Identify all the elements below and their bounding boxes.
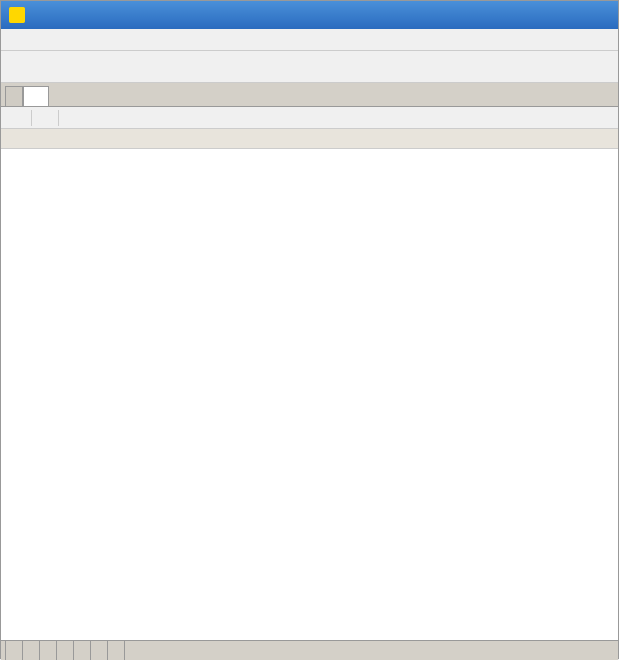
run-template-dropdown[interactable]: [65, 116, 79, 120]
window-controls: [542, 5, 610, 25]
maximize-button[interactable]: [566, 5, 586, 25]
status-bar: [1, 640, 618, 660]
status-ins: [91, 641, 108, 660]
tab-file[interactable]: [23, 86, 49, 106]
title-bar: [1, 1, 618, 29]
status-val: [23, 641, 40, 660]
app-icon: [9, 7, 25, 23]
edit-toolbar: [1, 107, 618, 129]
hex-body[interactable]: [1, 149, 618, 640]
close-button[interactable]: [590, 5, 610, 25]
hex-editor: [1, 129, 618, 640]
menu-bar: [1, 29, 618, 51]
status-size: [40, 641, 57, 660]
toolbar-separator-2: [58, 110, 59, 126]
tab-startup[interactable]: [5, 86, 23, 106]
status-pos: [5, 641, 23, 660]
hex-dropdown[interactable]: [11, 116, 25, 120]
hex-container: [1, 129, 618, 640]
minimize-button[interactable]: [542, 5, 562, 25]
hex-header: [1, 129, 618, 149]
status-lit: [74, 641, 91, 660]
status-encoding: [57, 641, 74, 660]
tab-bar: [1, 83, 618, 107]
status-ovr: [108, 641, 125, 660]
run-script-dropdown[interactable]: [38, 116, 52, 120]
toolbar-separator-1: [31, 110, 32, 126]
toolbar: [1, 51, 618, 83]
